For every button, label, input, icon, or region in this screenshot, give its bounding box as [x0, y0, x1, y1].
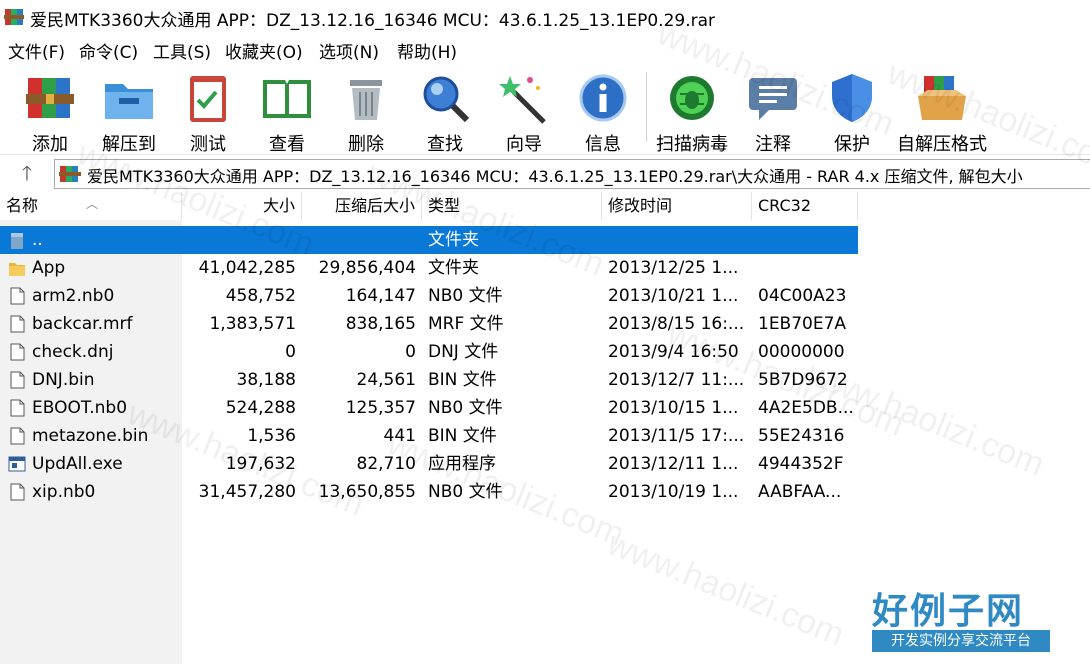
- menu-commands[interactable]: 命令(C): [79, 38, 138, 63]
- brand-logo: 好例子网 开发实例分享交流平台: [868, 582, 1058, 658]
- info-icon: [579, 74, 627, 122]
- parent-folder-icon: [11, 233, 23, 249]
- file-crc: 1EB70E7A: [758, 314, 847, 334]
- exe-icon: [8, 456, 26, 472]
- view-button[interactable]: 查看: [247, 70, 327, 155]
- book-view-icon: [263, 80, 311, 118]
- file-name: DNJ.bin: [32, 370, 95, 390]
- file-packed: 29,856,404: [318, 258, 416, 278]
- file-size: 0: [285, 342, 296, 362]
- file-name: ..: [32, 230, 43, 250]
- title-bar: 爱民MTK3360大众通用 APP：DZ_13.12.16_16346 MCU：…: [0, 0, 1090, 34]
- find-button[interactable]: 查找: [405, 70, 485, 155]
- file-packed: 24,561: [356, 370, 416, 390]
- file-icon: [10, 315, 25, 333]
- brand-subtitle: 开发实例分享交流平台: [872, 630, 1050, 652]
- virus-scan-button[interactable]: 扫描病毒: [652, 70, 732, 155]
- file-modified: 2013/12/25 1...: [608, 258, 739, 278]
- menu-bar: 文件(F) 命令(C) 工具(S) 收藏夹(O) 选项(N) 帮助(H): [0, 34, 1090, 64]
- file-type: DNJ 文件: [428, 342, 499, 362]
- file-modified: 2013/10/15 1...: [608, 398, 739, 418]
- menu-file[interactable]: 文件(F): [8, 38, 65, 63]
- path-text: 爱民MTK3360大众通用 APP：DZ_13.12.16_16346 MCU：…: [87, 167, 1023, 186]
- books-add-icon: [26, 78, 74, 118]
- menu-help[interactable]: 帮助(H): [397, 38, 457, 63]
- column-header-modified[interactable]: 修改时间: [602, 192, 752, 220]
- up-level-button[interactable]: 🡑: [14, 161, 40, 185]
- wizard-button[interactable]: 向导: [484, 70, 564, 155]
- file-icon: [10, 287, 25, 305]
- file-icon: [10, 399, 25, 417]
- file-name: arm2.nb0: [32, 286, 115, 306]
- info-button[interactable]: 信息: [563, 70, 643, 155]
- column-header-crc[interactable]: CRC32: [752, 192, 858, 220]
- file-size: 38,188: [236, 370, 296, 390]
- file-size: 1,383,571: [209, 314, 296, 334]
- file-icon: [10, 343, 25, 361]
- file-name: check.dnj: [32, 342, 114, 362]
- file-modified: 2013/12/11 1...: [608, 454, 739, 474]
- delete-button[interactable]: 删除: [326, 70, 406, 155]
- file-row[interactable]: xip.nb0 31,457,280 13,650,855 NB0 文件 2013/10…: [0, 478, 858, 506]
- file-icon: [10, 427, 25, 445]
- file-type: MRF 文件: [428, 314, 504, 334]
- file-packed: 125,357: [345, 398, 416, 418]
- menu-options[interactable]: 选项(N): [319, 38, 379, 63]
- file-type: NB0 文件: [428, 286, 503, 306]
- file-crc: 04C00A23: [758, 286, 847, 306]
- test-button[interactable]: 测试: [168, 70, 248, 155]
- file-packed: 164,147: [345, 286, 416, 306]
- file-crc: 55E24316: [758, 426, 845, 446]
- folder-extract-icon: [105, 84, 153, 119]
- file-name: xip.nb0: [32, 482, 96, 502]
- brand-title: 好例子网: [872, 591, 1025, 632]
- file-type: BIN 文件: [428, 426, 497, 446]
- file-row[interactable]: backcar.mrf 1,383,571 838,165 MRF 文件 2013/8/…: [0, 310, 858, 338]
- file-crc: AABFAA...: [758, 482, 842, 502]
- magic-wand-icon: [499, 76, 546, 124]
- menu-favorites[interactable]: 收藏夹(O): [225, 38, 303, 63]
- file-modified: 2013/11/5 17:...: [608, 426, 745, 446]
- file-crc: 4944352F: [758, 454, 844, 474]
- window-title: 爱民MTK3360大众通用 APP：DZ_13.12.16_16346 MCU：…: [30, 11, 716, 31]
- folder-icon: [9, 263, 25, 276]
- file-packed: 0: [405, 342, 416, 362]
- sort-ascending-icon: ︿: [86, 197, 99, 211]
- file-size: 458,752: [225, 286, 296, 306]
- file-icon: [10, 483, 25, 501]
- clipboard-check-icon: [190, 76, 226, 122]
- file-name: backcar.mrf: [32, 314, 133, 334]
- file-row[interactable]: App 41,042,285 29,856,404 文件夹 2013/12/25 1..…: [0, 254, 858, 282]
- file-modified: 2013/10/21 1...: [608, 286, 739, 306]
- magnifier-icon: [423, 76, 470, 123]
- file-icon: [10, 371, 25, 389]
- file-name: UpdAll.exe: [32, 454, 123, 474]
- file-size: 524,288: [225, 398, 296, 418]
- file-row[interactable]: arm2.nb0 458,752 164,147 NB0 文件 2013/10/21 1…: [0, 282, 858, 310]
- file-size: 41,042,285: [198, 258, 296, 278]
- file-type: BIN 文件: [428, 370, 497, 390]
- menu-tools[interactable]: 工具(S): [153, 38, 211, 63]
- add-button[interactable]: 添加: [10, 70, 90, 155]
- file-modified: 2013/10/19 1...: [608, 482, 739, 502]
- file-name: App: [32, 258, 66, 278]
- toolbar-separator: [646, 72, 647, 142]
- file-packed: 838,165: [345, 314, 416, 334]
- file-type: NB0 文件: [428, 398, 503, 418]
- trash-icon: [350, 80, 382, 120]
- file-row[interactable]: .. 文件夹: [0, 226, 858, 254]
- virus-scan-icon: [670, 76, 714, 120]
- winrar-app-icon: [4, 9, 24, 25]
